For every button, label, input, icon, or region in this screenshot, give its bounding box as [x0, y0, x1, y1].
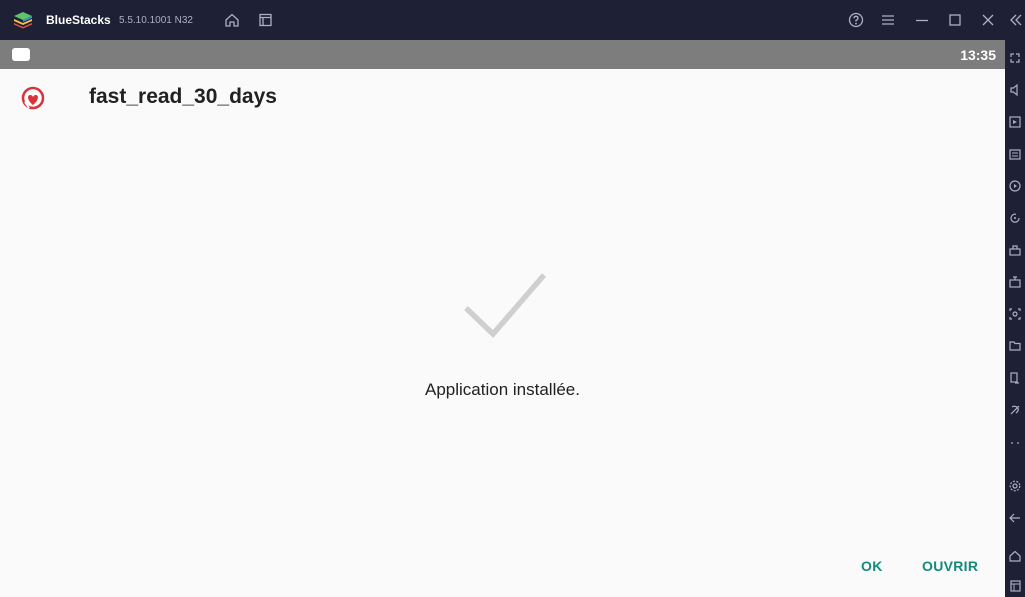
right-sidebar — [1005, 40, 1025, 597]
home-icon[interactable] — [223, 11, 241, 29]
ok-button[interactable]: OK — [861, 558, 883, 574]
title-bar: BlueStacks 5.5.10.1001 N32 — [0, 0, 1025, 40]
keyboard-controls-icon[interactable] — [1007, 146, 1023, 162]
settings-icon[interactable] — [1007, 478, 1023, 494]
media-manager-icon[interactable] — [1007, 114, 1023, 130]
close-icon[interactable] — [979, 11, 997, 29]
fullscreen-icon[interactable] — [1007, 50, 1023, 66]
app-version: 5.5.10.1001 N32 — [119, 15, 193, 26]
back-icon[interactable] — [1007, 510, 1023, 526]
more-icon[interactable] — [1007, 434, 1023, 450]
volume-icon[interactable] — [1007, 82, 1023, 98]
bluestacks-logo-icon — [13, 11, 33, 29]
eco-mode-icon[interactable] — [1007, 402, 1023, 418]
app-title: fast_read_30_days — [89, 85, 277, 108]
multi-instance-sync-icon[interactable] — [1007, 370, 1023, 386]
maximize-icon[interactable] — [946, 11, 964, 29]
help-icon[interactable] — [847, 11, 865, 29]
status-clock: 13:35 — [960, 47, 996, 63]
camera-icon[interactable] — [1007, 306, 1023, 322]
rotate-icon[interactable] — [1007, 210, 1023, 226]
collapse-sidebar-icon[interactable] — [1009, 12, 1023, 28]
recent-apps-icon[interactable] — [1007, 578, 1023, 594]
checkmark-icon — [463, 272, 547, 338]
bluestacks-window: BlueStacks 5.5.10.1001 N32 13:35 fast_re… — [0, 0, 1025, 597]
menu-icon[interactable] — [879, 11, 897, 29]
screenshot-icon[interactable] — [1007, 242, 1023, 258]
android-status-bar: 13:35 — [0, 40, 1005, 69]
install-apk-icon[interactable] — [1007, 274, 1023, 290]
install-message: Application installée. — [425, 380, 580, 399]
multi-instance-icon[interactable] — [256, 11, 274, 29]
macro-icon[interactable] — [1007, 178, 1023, 194]
minimize-icon[interactable] — [913, 11, 931, 29]
app-name: BlueStacks — [46, 13, 111, 27]
home-icon[interactable] — [1007, 548, 1023, 564]
folder-icon[interactable] — [1007, 338, 1023, 354]
install-screen: fast_read_30_days Application installée.… — [0, 69, 1005, 597]
notification-icon — [12, 48, 30, 61]
app-icon — [21, 86, 45, 110]
open-button[interactable]: OUVRIR — [922, 558, 978, 574]
